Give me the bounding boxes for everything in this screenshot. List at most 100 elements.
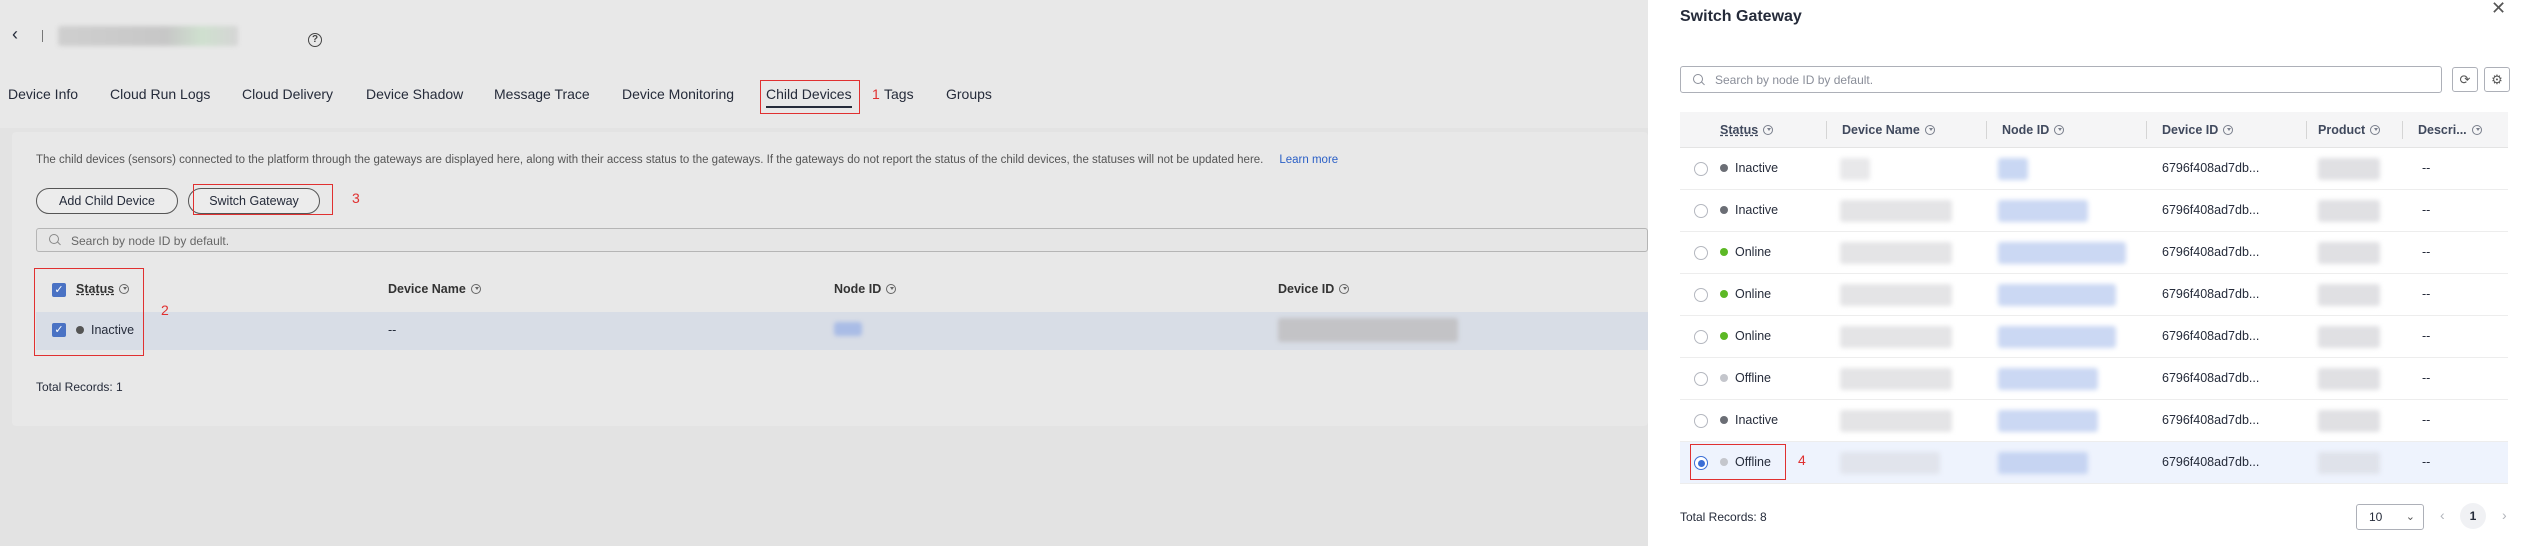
row-device-id: 6796f408ad7db... xyxy=(2162,371,2260,385)
tab-cloud-run-logs[interactable]: Cloud Run Logs xyxy=(110,86,210,102)
page-number-current[interactable]: 1 xyxy=(2460,503,2486,529)
row-description: -- xyxy=(2422,287,2431,301)
add-child-device-button[interactable]: Add Child Device xyxy=(36,188,178,214)
row-radio[interactable] xyxy=(1694,162,1708,176)
row-description: -- xyxy=(2422,413,2431,427)
annotation-box-2 xyxy=(34,268,144,356)
tab-groups[interactable]: Groups xyxy=(946,86,992,102)
col-description[interactable]: Descri... xyxy=(2418,123,2482,137)
header-divider xyxy=(42,30,43,42)
chevron-down-icon: ⌄ xyxy=(2405,511,2415,523)
sort-icon[interactable] xyxy=(886,284,897,294)
annotation-label-2: 2 xyxy=(161,302,169,318)
back-arrow-icon[interactable]: ‹ xyxy=(12,25,26,43)
gear-icon: ⚙ xyxy=(2491,72,2503,87)
row-radio[interactable] xyxy=(1694,372,1708,386)
product-redacted xyxy=(2318,452,2380,474)
device-name-redacted xyxy=(1840,368,1952,390)
row-description: -- xyxy=(2422,245,2431,259)
prev-page-icon[interactable]: ‹ xyxy=(2440,507,2445,523)
total-records: Total Records: 8 xyxy=(1680,510,1767,524)
status-dot-icon xyxy=(1720,374,1728,382)
sort-icon[interactable] xyxy=(2223,125,2234,135)
node-id-redacted xyxy=(1998,242,2126,264)
tab-device-info[interactable]: Device Info xyxy=(8,86,78,102)
col-device-name[interactable]: Device Name xyxy=(388,282,481,296)
row-status: Online xyxy=(1720,329,1771,343)
annotation-label-4: 4 xyxy=(1798,452,1806,468)
row-radio[interactable] xyxy=(1694,414,1708,428)
node-id-redacted xyxy=(1998,326,2116,348)
column-divider xyxy=(2402,121,2403,139)
table-row[interactable]: Online 6796f408ad7db... -- xyxy=(1680,316,2508,358)
col-device-id[interactable]: Device ID xyxy=(1278,282,1350,296)
product-redacted xyxy=(2318,410,2380,432)
device-name-redacted xyxy=(1840,410,1952,432)
table-row[interactable]: Online 6796f408ad7db... -- xyxy=(1680,274,2508,316)
tab-cloud-delivery[interactable]: Cloud Delivery xyxy=(242,86,333,102)
sort-icon[interactable] xyxy=(2370,125,2381,135)
row-device-name: -- xyxy=(388,323,397,337)
close-icon[interactable]: ✕ xyxy=(2491,0,2506,19)
row-status: Offline xyxy=(1720,371,1771,385)
row-description: -- xyxy=(2422,161,2431,175)
row-description: -- xyxy=(2422,455,2431,469)
row-device-id: 6796f408ad7db... xyxy=(2162,245,2260,259)
row-status: Inactive xyxy=(1720,203,1778,217)
switch-gateway-drawer: Switch Gateway ✕ Search by node ID by de… xyxy=(1648,0,2525,546)
settings-button[interactable]: ⚙ xyxy=(2484,67,2510,92)
product-redacted xyxy=(2318,326,2380,348)
row-radio[interactable] xyxy=(1694,204,1708,218)
node-id-redacted xyxy=(1998,158,2028,180)
node-id-redacted xyxy=(1998,452,2088,474)
refresh-button[interactable]: ⟳ xyxy=(2452,67,2478,92)
page-size-select[interactable]: 10 ⌄ xyxy=(2356,504,2424,530)
total-records: Total Records: 1 xyxy=(36,380,123,394)
sort-icon[interactable] xyxy=(1924,125,1935,135)
row-status: Online xyxy=(1720,245,1771,259)
row-radio[interactable] xyxy=(1694,288,1708,302)
sort-icon[interactable] xyxy=(2054,125,2065,135)
row-radio[interactable] xyxy=(1694,246,1708,260)
tab-device-monitoring[interactable]: Device Monitoring xyxy=(622,86,734,102)
column-divider xyxy=(1826,121,1827,139)
product-redacted xyxy=(2318,158,2380,180)
row-status: Inactive xyxy=(1720,161,1778,175)
status-dot-icon xyxy=(1720,416,1728,424)
tab-message-trace[interactable]: Message Trace xyxy=(494,86,590,102)
sort-icon[interactable] xyxy=(1339,284,1350,294)
sort-icon[interactable] xyxy=(1763,125,1774,135)
status-dot-icon xyxy=(1720,290,1728,298)
table-row[interactable]: Inactive 6796f408ad7db... -- xyxy=(1680,148,2508,190)
col-product[interactable]: Product xyxy=(2318,123,2381,137)
col-device-id[interactable]: Device ID xyxy=(2162,123,2234,137)
col-node-id[interactable]: Node ID xyxy=(834,282,897,296)
product-redacted xyxy=(2318,284,2380,306)
row-device-id: 6796f408ad7db... xyxy=(2162,455,2260,469)
search-icon xyxy=(1693,74,1703,84)
col-node-id[interactable]: Node ID xyxy=(2002,123,2065,137)
search-placeholder: Search by node ID by default. xyxy=(71,234,230,248)
annotation-box-3 xyxy=(193,184,333,215)
table-row[interactable]: Online 6796f408ad7db... -- xyxy=(1680,232,2508,274)
tab-tags[interactable]: Tags xyxy=(884,86,914,102)
table-row[interactable]: Inactive 6796f408ad7db... -- xyxy=(1680,400,2508,442)
table-row[interactable]: Inactive 6796f408ad7db... -- xyxy=(1680,190,2508,232)
table-row[interactable]: Offline 6796f408ad7db... -- xyxy=(1680,358,2508,400)
col-status[interactable]: Status xyxy=(1720,123,1774,137)
sort-icon[interactable] xyxy=(470,284,481,294)
row-radio[interactable] xyxy=(1694,330,1708,344)
child-search-input[interactable]: Search by node ID by default. xyxy=(36,228,1648,252)
status-dot-icon xyxy=(1720,164,1728,172)
annotation-box-1 xyxy=(760,80,860,114)
sort-icon[interactable] xyxy=(2471,125,2482,135)
col-device-name[interactable]: Device Name xyxy=(1842,123,1935,137)
next-page-icon[interactable]: › xyxy=(2502,507,2507,523)
row-node-id-redacted[interactable] xyxy=(834,322,862,336)
tab-device-shadow[interactable]: Device Shadow xyxy=(366,86,463,102)
node-id-redacted xyxy=(1998,200,2088,222)
product-redacted xyxy=(2318,368,2380,390)
gateway-search-input[interactable]: Search by node ID by default. xyxy=(1680,66,2442,93)
learn-more-link[interactable]: Learn more xyxy=(1279,154,1338,166)
help-icon[interactable]: ? xyxy=(308,33,322,47)
